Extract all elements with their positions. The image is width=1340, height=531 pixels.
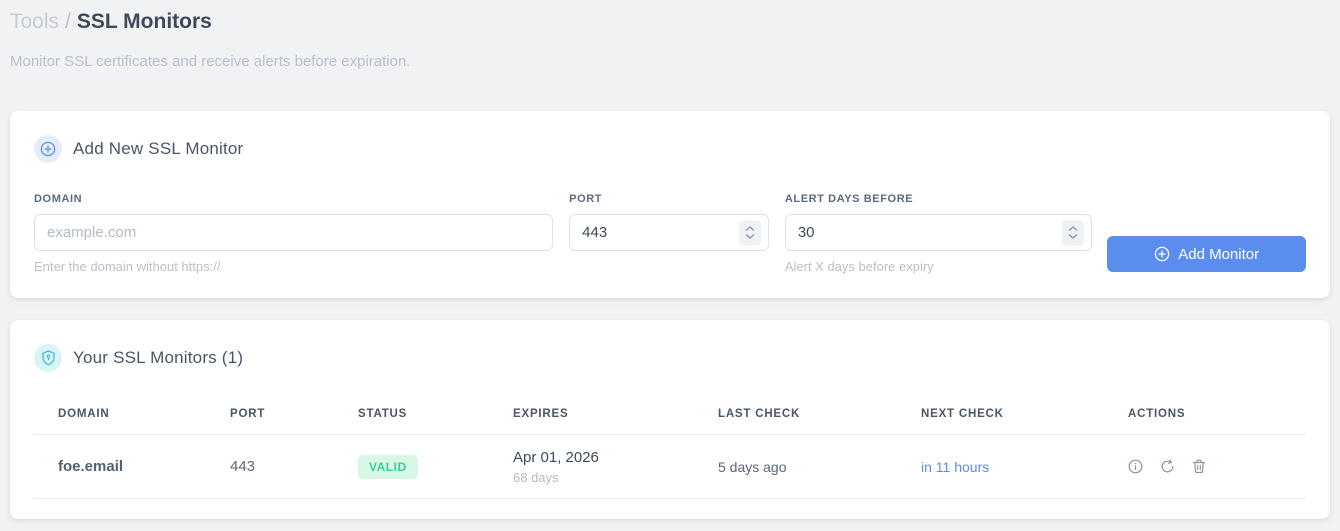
port-field-group: PORT xyxy=(569,193,769,251)
column-header-last-check: LAST CHECK xyxy=(694,408,897,435)
monitor-last-check: 5 days ago xyxy=(694,434,897,499)
refresh-icon xyxy=(1161,459,1174,473)
monitor-next-check: in 11 hours xyxy=(897,434,1104,499)
port-label: PORT xyxy=(569,193,603,205)
alert-days-stepper[interactable] xyxy=(1062,220,1085,245)
page-title: SSL Monitors xyxy=(76,10,212,33)
add-monitor-button[interactable]: Add Monitor xyxy=(1107,236,1306,272)
column-header-status: STATUS xyxy=(334,408,489,435)
chevron-down-icon xyxy=(1069,234,1078,239)
trash-icon xyxy=(1192,459,1206,474)
add-monitor-card-header: Add New SSL Monitor xyxy=(34,135,1306,163)
breadcrumb: Tools / SSL Monitors xyxy=(10,8,1330,36)
monitors-list-title: Your SSL Monitors (1) xyxy=(73,348,244,367)
domain-input[interactable] xyxy=(34,214,554,251)
status-badge: VALID xyxy=(358,454,418,479)
domain-helper-text: Enter the domain without https:// xyxy=(34,259,221,274)
alert-days-input[interactable] xyxy=(784,214,1093,251)
column-header-port: PORT xyxy=(206,408,334,435)
expires-date: Apr 01, 2026 xyxy=(513,448,599,466)
page-subtitle: Monitor SSL certificates and receive ale… xyxy=(10,53,411,70)
monitor-domain: foe.email xyxy=(34,434,206,499)
monitors-card-header: Your SSL Monitors (1) xyxy=(34,344,1306,372)
add-monitor-title: Add New SSL Monitor xyxy=(73,139,244,158)
shield-icon xyxy=(34,344,62,372)
monitor-port: 443 xyxy=(206,434,334,499)
column-header-domain: DOMAIN xyxy=(34,408,206,435)
column-header-expires: EXPIRES xyxy=(489,408,694,435)
plus-circle-icon xyxy=(1154,246,1170,262)
expires-days-remaining: 68 days xyxy=(513,469,559,485)
chevron-up-icon xyxy=(745,226,755,231)
add-monitor-button-label: Add Monitor xyxy=(1178,245,1260,263)
add-monitor-card: Add New SSL Monitor DOMAIN Enter the dom… xyxy=(10,111,1330,298)
alert-days-field-group: ALERT DAYS BEFORE Alert X days before ex… xyxy=(784,193,1093,274)
column-header-actions: ACTIONS xyxy=(1104,408,1306,435)
breadcrumb-tools-link[interactable]: Tools xyxy=(10,10,59,33)
monitors-list-card: Your SSL Monitors (1) DOMAIN PORT STATUS… xyxy=(10,320,1330,519)
monitor-status-cell: VALID xyxy=(334,434,489,499)
table-header-row: DOMAIN PORT STATUS EXPIRES LAST CHECK NE… xyxy=(34,408,1306,435)
monitor-expires-cell: Apr 01, 2026 68 days xyxy=(489,434,694,499)
delete-button[interactable] xyxy=(1192,459,1206,474)
plus-circle-icon xyxy=(34,135,62,163)
refresh-button[interactable] xyxy=(1160,459,1175,474)
alert-days-label: ALERT DAYS BEFORE xyxy=(784,193,914,205)
monitors-table: DOMAIN PORT STATUS EXPIRES LAST CHECK NE… xyxy=(34,408,1306,499)
alert-days-helper-text: Alert X days before expiry xyxy=(784,259,934,274)
chevron-down-icon xyxy=(745,234,755,239)
info-button[interactable] xyxy=(1128,459,1143,474)
column-header-next-check: NEXT CHECK xyxy=(897,408,1104,435)
table-row: foe.email 443 VALID Apr 01, 2026 68 days… xyxy=(34,434,1306,499)
monitor-actions-cell xyxy=(1104,434,1306,499)
ssl-monitors-page: Tools / SSL Monitors Monitor SSL certifica… xyxy=(0,0,1340,519)
info-icon xyxy=(1128,459,1143,474)
domain-field-group: DOMAIN Enter the domain without https:// xyxy=(34,193,554,274)
chevron-up-icon xyxy=(1069,226,1078,231)
domain-label: DOMAIN xyxy=(34,193,83,205)
port-stepper[interactable] xyxy=(738,220,761,245)
add-monitor-form: DOMAIN Enter the domain without https://… xyxy=(34,193,1306,274)
breadcrumb-separator: / xyxy=(65,10,71,33)
